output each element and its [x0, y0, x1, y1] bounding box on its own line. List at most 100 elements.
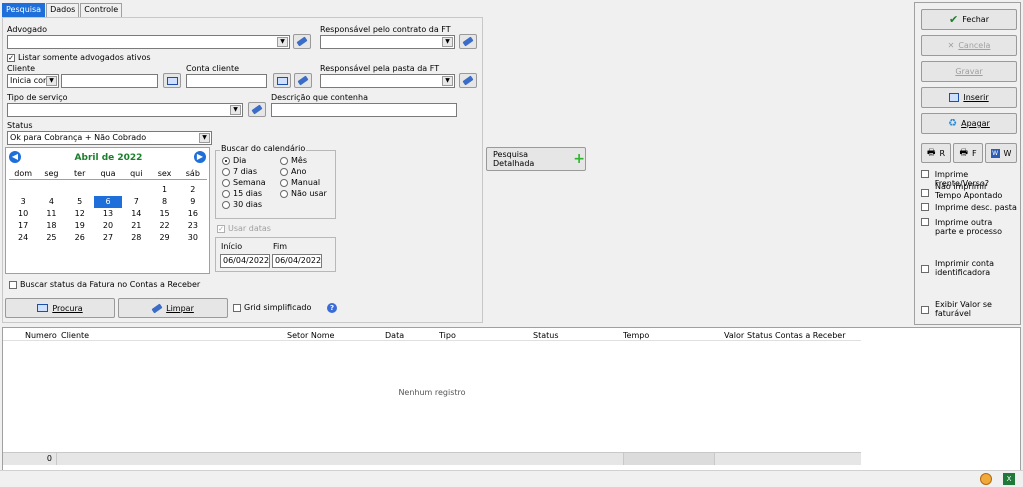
- results-grid[interactable]: Numero Cliente Setor Nome Data Tipo Stat…: [2, 327, 1021, 471]
- column-header-status-contas-receber[interactable]: Status Contas a Receber: [747, 331, 846, 340]
- radio-icon: [222, 167, 230, 176]
- gravar-button[interactable]: Gravar: [921, 61, 1017, 82]
- calendar-day[interactable]: 3: [9, 196, 37, 208]
- calendar-day[interactable]: 17: [9, 220, 37, 232]
- help-icon[interactable]: ?: [327, 303, 337, 313]
- nao-imprimir-tempo-checkbox[interactable]: Não imprimir Tempo Apontado: [921, 182, 1005, 200]
- calendar-day[interactable]: 19: [66, 220, 94, 232]
- calendar-day[interactable]: 30: [179, 232, 207, 244]
- period-option[interactable]: Não usar: [280, 189, 336, 200]
- clear-responsavel-contrato-button[interactable]: [459, 34, 477, 49]
- period-option[interactable]: Semana: [222, 178, 282, 189]
- calendar-day[interactable]: 14: [122, 208, 150, 220]
- calendar-day[interactable]: 6: [93, 196, 123, 208]
- period-option[interactable]: Ano: [280, 167, 336, 178]
- next-month-button[interactable]: ▶: [194, 151, 206, 163]
- calendar-day[interactable]: 24: [9, 232, 37, 244]
- calendar-day[interactable]: 27: [94, 232, 122, 244]
- conta-cliente-input[interactable]: [186, 74, 267, 88]
- responsavel-contrato-select[interactable]: ▼: [320, 35, 455, 49]
- listar-ativos-checkbox[interactable]: ✓ Listar somente advogados ativos: [7, 53, 151, 62]
- tipo-servico-select[interactable]: ▼: [7, 103, 243, 117]
- responsavel-pasta-select[interactable]: ▼: [320, 74, 455, 88]
- calendar-day[interactable]: 15: [150, 208, 178, 220]
- period-option[interactable]: 7 dias: [222, 167, 282, 178]
- column-header-setor-nome[interactable]: Setor Nome: [287, 331, 334, 340]
- report-f-button[interactable]: 🖶 F: [953, 143, 983, 163]
- column-header-status[interactable]: Status: [533, 331, 559, 340]
- limpar-button[interactable]: Limpar: [118, 298, 228, 318]
- fim-date-input[interactable]: 06/04/2022: [272, 254, 322, 268]
- calendar-day[interactable]: 20: [94, 220, 122, 232]
- desc-pasta-checkbox[interactable]: Imprime desc. pasta: [921, 203, 1021, 212]
- period-option[interactable]: 15 dias: [222, 189, 282, 200]
- column-header-tipo[interactable]: Tipo: [439, 331, 456, 340]
- conta-lookup-button[interactable]: [273, 73, 291, 88]
- calendar-day[interactable]: 10: [9, 208, 37, 220]
- conta-identificadora-checkbox[interactable]: Imprimir conta identificadora: [921, 259, 1011, 277]
- cliente-lookup-button[interactable]: [163, 73, 181, 88]
- fechar-button[interactable]: ✔ Fechar: [921, 9, 1017, 30]
- grid-simplificado-checkbox[interactable]: Grid simplificado: [233, 303, 311, 312]
- valor-faturavel-checkbox[interactable]: Exibir Valor se faturável: [921, 300, 1011, 318]
- calendar-day[interactable]: 5: [66, 196, 94, 208]
- calendar-day[interactable]: 16: [179, 208, 207, 220]
- period-option[interactable]: Manual: [280, 178, 336, 189]
- cliente-mode-select[interactable]: Inicia com ▼: [7, 74, 59, 88]
- calendar-day[interactable]: 25: [37, 232, 65, 244]
- calendar-day[interactable]: 4: [37, 196, 65, 208]
- status-select[interactable]: Ok para Cobrança + Não Cobrado ▼: [7, 131, 212, 145]
- tab-controle[interactable]: Controle: [80, 3, 123, 17]
- calendar-day[interactable]: 8: [150, 196, 178, 208]
- period-option[interactable]: 30 dias: [222, 200, 282, 211]
- advogado-select[interactable]: ▼: [7, 35, 290, 49]
- column-header-tempo[interactable]: Tempo: [623, 331, 649, 340]
- calendar-day[interactable]: 2: [179, 184, 207, 196]
- apagar-button[interactable]: ♻ Apagar: [921, 113, 1017, 134]
- hand-icon[interactable]: [980, 473, 992, 485]
- tab-dados[interactable]: Dados: [46, 3, 80, 17]
- eraser-icon: [297, 75, 309, 86]
- calendar-day[interactable]: 29: [150, 232, 178, 244]
- clear-advogado-button[interactable]: [293, 34, 311, 49]
- tab-pesquisa[interactable]: Pesquisa: [2, 3, 46, 17]
- calendar-day[interactable]: 11: [37, 208, 65, 220]
- pesquisa-detalhada-button[interactable]: Pesquisa Detalhada +: [486, 147, 586, 171]
- usar-datas-checkbox[interactable]: ✓ Usar datas: [217, 224, 271, 233]
- calendar-day[interactable]: 9: [179, 196, 207, 208]
- report-r-label: R: [939, 148, 946, 158]
- column-header-numero[interactable]: Numero: [25, 331, 57, 340]
- calendar-day[interactable]: 28: [122, 232, 150, 244]
- inicio-date-input[interactable]: 06/04/2022: [220, 254, 270, 268]
- cancela-button[interactable]: ✕ Cancela: [921, 35, 1017, 56]
- column-header-valor[interactable]: Valor: [724, 331, 744, 340]
- inserir-button[interactable]: Inserir: [921, 87, 1017, 108]
- weekday-header: ter: [65, 168, 94, 180]
- calendar-day[interactable]: 12: [66, 208, 94, 220]
- calendar-day[interactable]: 1: [150, 184, 178, 196]
- calendar-day[interactable]: 7: [122, 196, 150, 208]
- calendar-day[interactable]: 21: [122, 220, 150, 232]
- report-r-button[interactable]: 🖶 R: [921, 143, 951, 163]
- excel-icon[interactable]: X: [1003, 473, 1015, 485]
- column-header-cliente[interactable]: Cliente: [61, 331, 89, 340]
- calendar-day[interactable]: 13: [94, 208, 122, 220]
- calendar-day[interactable]: 18: [37, 220, 65, 232]
- period-option[interactable]: Mês: [280, 156, 336, 167]
- calendar-day[interactable]: 23: [179, 220, 207, 232]
- descricao-input[interactable]: [271, 103, 457, 117]
- outra-parte-checkbox[interactable]: Imprime outra parte e processo: [921, 218, 1011, 236]
- month-calendar[interactable]: ◀ Abril de 2022 ▶ dom seg ter qua qui sex sáb 1…: [5, 147, 210, 274]
- cliente-input[interactable]: [61, 74, 158, 88]
- buscar-status-fatura-checkbox[interactable]: Buscar status da Fatura no Contas a Rece…: [9, 280, 200, 289]
- report-w-button[interactable]: WW: [985, 143, 1017, 163]
- cancela-label: Cancela: [958, 41, 991, 50]
- clear-conta-button[interactable]: [294, 73, 312, 88]
- clear-responsavel-pasta-button[interactable]: [459, 73, 477, 88]
- procura-button[interactable]: Procura: [5, 298, 115, 318]
- period-option[interactable]: Dia: [222, 156, 282, 167]
- clear-tipo-servico-button[interactable]: [248, 102, 266, 117]
- calendar-day[interactable]: 22: [150, 220, 178, 232]
- column-header-data[interactable]: Data: [385, 331, 404, 340]
- calendar-day[interactable]: 26: [66, 232, 94, 244]
